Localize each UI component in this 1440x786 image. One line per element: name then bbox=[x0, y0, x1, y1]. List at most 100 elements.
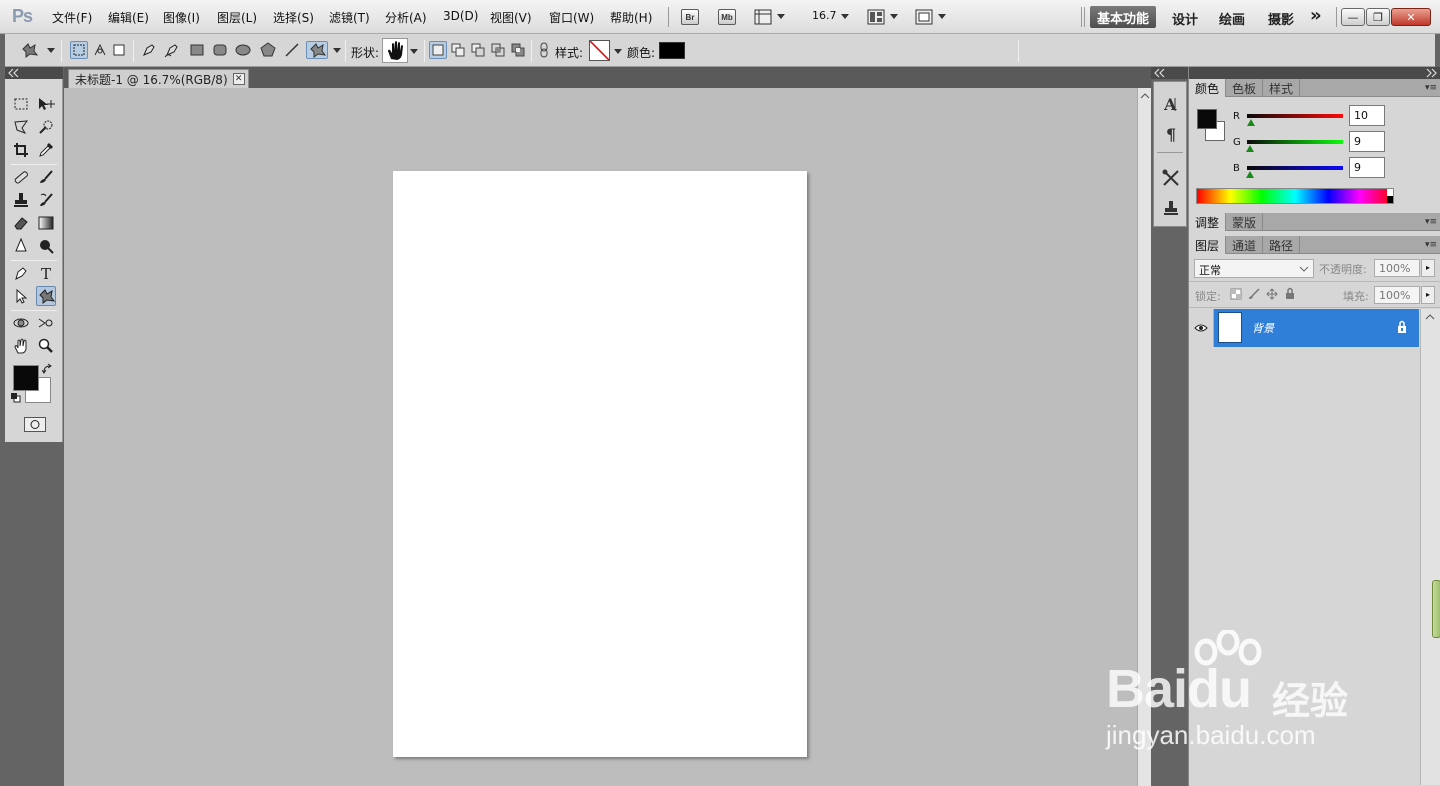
shape-picker-dropdown-icon[interactable] bbox=[410, 49, 418, 54]
dodge-tool[interactable] bbox=[36, 236, 56, 256]
ellipse-shape-button[interactable] bbox=[234, 41, 252, 59]
workspace-photography-button[interactable]: 摄影 bbox=[1268, 9, 1294, 28]
tab-masks[interactable]: 蒙版 bbox=[1226, 213, 1264, 231]
blend-mode-select[interactable]: 正常 bbox=[1194, 259, 1314, 278]
add-to-shape-button[interactable] bbox=[449, 41, 467, 59]
style-picker[interactable] bbox=[589, 40, 610, 61]
color-panel-menu-icon[interactable]: ▾≡ bbox=[1425, 83, 1437, 93]
layer-name[interactable]: 背景 bbox=[1252, 320, 1274, 336]
channel-r-thumb[interactable] bbox=[1246, 119, 1255, 126]
arrange-documents-button[interactable] bbox=[867, 9, 885, 25]
workspace-design-button[interactable]: 设计 bbox=[1172, 9, 1198, 28]
channel-r-input[interactable]: 10 bbox=[1349, 105, 1385, 126]
workspace-essentials-button[interactable]: 基本功能 bbox=[1090, 6, 1156, 28]
foreground-color-swatch[interactable] bbox=[13, 365, 39, 391]
layer-row-background[interactable]: 背景 bbox=[1214, 309, 1419, 347]
channel-b-slider[interactable] bbox=[1247, 166, 1343, 170]
tab-channels[interactable]: 通道 bbox=[1226, 236, 1264, 254]
panels-header[interactable] bbox=[1189, 67, 1440, 79]
lock-transparency-button[interactable] bbox=[1230, 288, 1242, 300]
color-panel-foreground-swatch[interactable] bbox=[1197, 109, 1217, 129]
spectrum-white-chip[interactable] bbox=[1387, 189, 1393, 196]
view-extras-dropdown-icon[interactable] bbox=[777, 14, 785, 19]
style-dropdown-icon[interactable] bbox=[614, 49, 622, 54]
rounded-rectangle-button[interactable] bbox=[211, 41, 229, 59]
menu-file[interactable]: 文件(F) bbox=[52, 9, 92, 26]
menu-3d[interactable]: 3D(D) bbox=[443, 9, 478, 23]
lock-all-button[interactable] bbox=[1284, 287, 1296, 300]
eyedropper-tool[interactable] bbox=[36, 140, 56, 160]
menu-image[interactable]: 图像(I) bbox=[163, 9, 200, 26]
side-scroll-grip[interactable] bbox=[1432, 580, 1440, 638]
lock-position-button[interactable] bbox=[1266, 288, 1278, 300]
tab-swatches[interactable]: 色板 bbox=[1226, 79, 1264, 97]
lasso-tool[interactable] bbox=[11, 117, 31, 137]
pen-tool[interactable] bbox=[11, 263, 31, 283]
character-panel-button[interactable]: A bbox=[1159, 92, 1183, 116]
zoom-dropdown-icon[interactable] bbox=[841, 14, 849, 19]
close-window-button[interactable]: ✕ bbox=[1391, 8, 1431, 26]
history-brush-tool[interactable] bbox=[36, 190, 56, 210]
scroll-up-icon[interactable] bbox=[1139, 91, 1151, 101]
default-colors-button[interactable] bbox=[11, 393, 21, 403]
lock-pixels-button[interactable] bbox=[1248, 288, 1260, 300]
tab-adjustments[interactable]: 调整 bbox=[1189, 213, 1227, 231]
crop-tool[interactable] bbox=[11, 140, 31, 160]
menu-help[interactable]: 帮助(H) bbox=[610, 9, 652, 26]
menu-analysis[interactable]: 分析(A) bbox=[385, 9, 427, 26]
link-style-button[interactable] bbox=[535, 41, 553, 59]
view-extras-button[interactable] bbox=[754, 9, 772, 25]
menu-view[interactable]: 视图(V) bbox=[490, 9, 532, 26]
spectrum-black-chip[interactable] bbox=[1387, 196, 1393, 203]
channel-g-input[interactable]: 9 bbox=[1349, 131, 1385, 152]
mini-bridge-button[interactable]: Mb bbox=[718, 9, 736, 25]
tab-color[interactable]: 颜色 bbox=[1189, 79, 1227, 97]
channel-g-slider[interactable] bbox=[1247, 140, 1343, 144]
quick-selection-tool[interactable] bbox=[36, 117, 56, 137]
intersect-shape-button[interactable] bbox=[489, 41, 507, 59]
tab-layers[interactable]: 图层 bbox=[1189, 236, 1227, 254]
custom-shape-button[interactable] bbox=[306, 41, 328, 59]
hand-tool[interactable] bbox=[11, 336, 31, 356]
shape-options-dropdown-icon[interactable] bbox=[333, 48, 341, 53]
marquee-tool[interactable] bbox=[11, 94, 31, 114]
workspace-painting-button[interactable]: 绘画 bbox=[1219, 9, 1245, 28]
new-shape-layer-button[interactable] bbox=[429, 41, 447, 59]
swap-colors-button[interactable] bbox=[42, 363, 54, 375]
menu-select[interactable]: 选择(S) bbox=[273, 9, 314, 26]
paths-mode-button[interactable] bbox=[91, 41, 109, 59]
menu-filter[interactable]: 滤镜(T) bbox=[329, 9, 370, 26]
paragraph-panel-button[interactable]: ¶ bbox=[1159, 122, 1183, 146]
dock-header[interactable] bbox=[1151, 67, 1188, 79]
line-shape-button[interactable] bbox=[283, 41, 301, 59]
layers-panel-menu-icon[interactable]: ▾≡ bbox=[1425, 240, 1437, 250]
gradient-tool[interactable] bbox=[36, 213, 56, 233]
arrange-dropdown-icon[interactable] bbox=[890, 14, 898, 19]
workspace-more-button[interactable]: » bbox=[1310, 5, 1322, 26]
exclude-shape-button[interactable] bbox=[509, 41, 527, 59]
tool-preset-picker[interactable] bbox=[19, 41, 41, 59]
opacity-input[interactable]: 100% bbox=[1374, 259, 1420, 277]
menu-window[interactable]: 窗口(W) bbox=[549, 9, 594, 26]
pen-tool-button[interactable] bbox=[140, 41, 158, 59]
fill-slider-button[interactable]: ▸ bbox=[1421, 286, 1435, 304]
layer-visibility-toggle[interactable] bbox=[1189, 309, 1214, 347]
shape-layers-mode-button[interactable] bbox=[70, 41, 88, 59]
canvas-area[interactable] bbox=[64, 88, 1137, 786]
3d-rotate-tool[interactable] bbox=[11, 313, 31, 333]
subtract-shape-button[interactable] bbox=[469, 41, 487, 59]
scroll-up-icon[interactable] bbox=[1424, 312, 1436, 322]
zoom-level[interactable]: 16.7 bbox=[812, 9, 837, 22]
shape-color-swatch[interactable] bbox=[659, 42, 685, 59]
opacity-slider-button[interactable]: ▸ bbox=[1421, 259, 1435, 277]
custom-shape-tool[interactable] bbox=[36, 286, 56, 306]
3d-camera-tool[interactable] bbox=[36, 313, 56, 333]
move-tool[interactable] bbox=[36, 94, 56, 114]
channel-b-input[interactable]: 9 bbox=[1349, 157, 1385, 178]
path-selection-tool[interactable] bbox=[11, 286, 31, 306]
zoom-tool[interactable] bbox=[36, 336, 56, 356]
document-canvas[interactable] bbox=[393, 171, 807, 757]
shape-picker[interactable] bbox=[382, 38, 408, 63]
screen-mode-dropdown-icon[interactable] bbox=[938, 14, 946, 19]
restore-button[interactable]: ❐ bbox=[1366, 8, 1390, 26]
